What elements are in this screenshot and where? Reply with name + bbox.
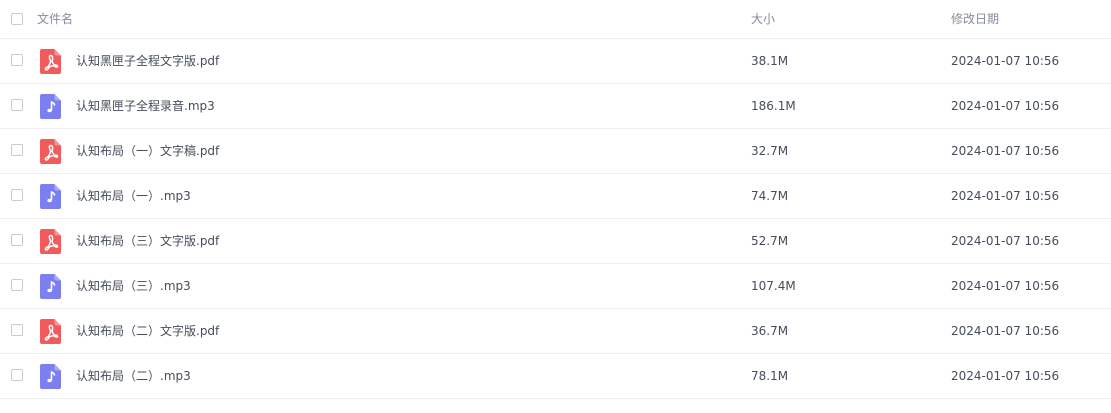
pdf-icon	[40, 319, 61, 344]
file-size: 36.7M	[751, 324, 789, 338]
file-size: 107.4M	[751, 279, 796, 293]
file-name[interactable]: 认知布局（二）.mp3	[76, 369, 191, 383]
music-note-icon	[40, 364, 61, 389]
file-name[interactable]: 认知布局（三）.mp3	[76, 279, 191, 293]
row-checkbox[interactable]	[11, 99, 23, 111]
file-modified-date: 2024-01-07 10:56	[951, 189, 1060, 203]
column-header-name[interactable]: 文件名	[37, 12, 73, 26]
table-header: 文件名 大小 修改日期	[0, 0, 1111, 39]
file-size: 74.7M	[751, 189, 789, 203]
file-modified-date: 2024-01-07 10:56	[951, 234, 1060, 248]
file-size: 186.1M	[751, 99, 796, 113]
file-size: 52.7M	[751, 234, 789, 248]
file-row[interactable]: 认知布局（一）.mp3 74.7M 2024-01-07 10:56	[0, 174, 1111, 219]
file-row[interactable]: 认知布局（三）.mp3 107.4M 2024-01-07 10:56	[0, 264, 1111, 309]
file-size: 78.1M	[751, 369, 789, 383]
file-modified-date: 2024-01-07 10:56	[951, 144, 1060, 158]
file-name[interactable]: 认知布局（三）文字版.pdf	[76, 234, 219, 248]
file-modified-date: 2024-01-07 10:56	[951, 279, 1060, 293]
pdf-icon	[40, 49, 61, 74]
row-checkbox[interactable]	[11, 144, 23, 156]
row-checkbox[interactable]	[11, 54, 23, 66]
row-checkbox[interactable]	[11, 324, 23, 336]
row-checkbox[interactable]	[11, 189, 23, 201]
file-size: 38.1M	[751, 54, 789, 68]
file-modified-date: 2024-01-07 10:56	[951, 324, 1060, 338]
file-list: 文件名 大小 修改日期 认知黑匣子全程文字版.pdf 38.1M 2024-01…	[0, 0, 1111, 413]
pdf-icon	[40, 139, 61, 164]
music-note-icon	[40, 184, 61, 209]
file-name[interactable]: 认知黑匣子全程文字版.pdf	[76, 54, 219, 68]
file-name[interactable]: 认知布局（一）文字稿.pdf	[76, 144, 219, 158]
file-modified-date: 2024-01-07 10:56	[951, 369, 1060, 383]
row-checkbox[interactable]	[11, 369, 23, 381]
file-row[interactable]: 认知布局（二）文字版.pdf 36.7M 2024-01-07 10:56	[0, 309, 1111, 354]
file-row[interactable]: 认知布局（三）文字版.pdf 52.7M 2024-01-07 10:56	[0, 219, 1111, 264]
file-modified-date: 2024-01-07 10:56	[951, 99, 1060, 113]
file-name[interactable]: 认知黑匣子全程录音.mp3	[76, 99, 215, 113]
file-row[interactable]: 认知布局（一）文字稿.pdf 32.7M 2024-01-07 10:56	[0, 129, 1111, 174]
file-name[interactable]: 认知布局（二）文字版.pdf	[76, 324, 219, 338]
file-name[interactable]: 认知布局（一）.mp3	[76, 189, 191, 203]
file-row[interactable]: 认知布局（二）.mp3 78.1M 2024-01-07 10:56	[0, 354, 1111, 399]
music-note-icon	[40, 274, 61, 299]
row-checkbox[interactable]	[11, 234, 23, 246]
select-all-checkbox[interactable]	[11, 13, 23, 25]
column-header-modified[interactable]: 修改日期	[951, 12, 999, 26]
music-note-icon	[40, 94, 61, 119]
file-row[interactable]: 认知黑匣子全程文字版.pdf 38.1M 2024-01-07 10:56	[0, 39, 1111, 84]
file-modified-date: 2024-01-07 10:56	[951, 54, 1060, 68]
file-row[interactable]: 认知黑匣子全程录音.mp3 186.1M 2024-01-07 10:56	[0, 84, 1111, 129]
file-size: 32.7M	[751, 144, 789, 158]
column-header-size[interactable]: 大小	[751, 12, 775, 26]
row-checkbox[interactable]	[11, 279, 23, 291]
pdf-icon	[40, 229, 61, 254]
